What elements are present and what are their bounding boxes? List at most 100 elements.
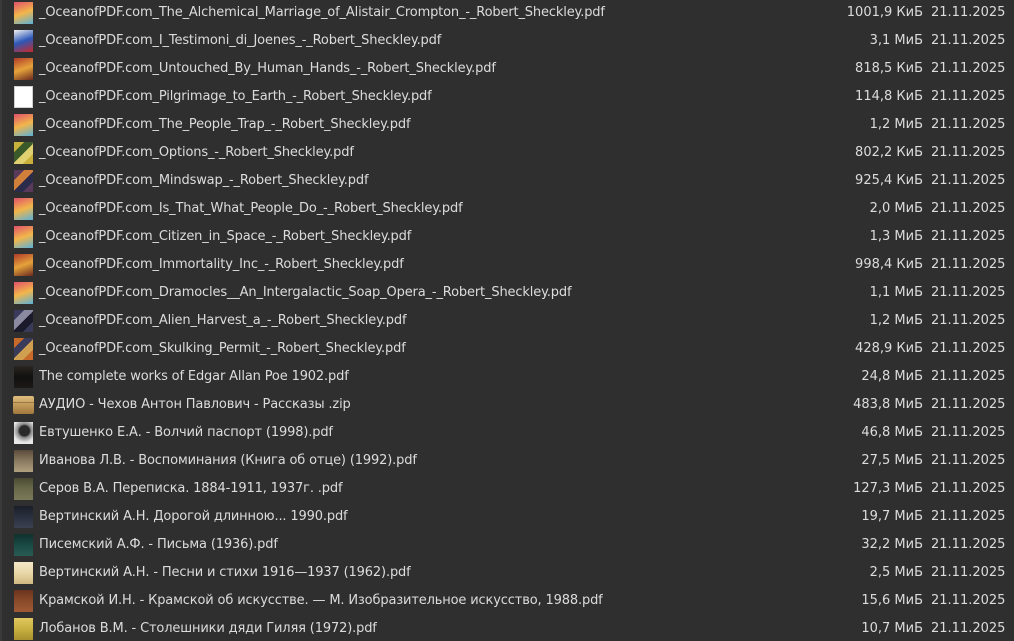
file-size: 1,2 МиБ — [869, 313, 923, 328]
file-row[interactable]: _OceanofPDF.com_I_Testimoni_di_Joenes_-_… — [0, 27, 1014, 55]
file-name: _OceanofPDF.com_Is_That_What_People_Do_-… — [39, 201, 463, 216]
file-row[interactable]: _OceanofPDF.com_Immortality_Inc_-_Robert… — [0, 251, 1014, 279]
file-name: Евтушенко Е.А. - Волчий паспорт (1998).p… — [39, 425, 333, 440]
file-row[interactable]: АУДИО - Чехов Антон Павлович - Рассказы … — [0, 391, 1014, 419]
file-date: 21.11.2025 — [931, 621, 1006, 636]
file-date: 21.11.2025 — [931, 537, 1006, 552]
file-date: 21.11.2025 — [931, 89, 1006, 104]
file-size: 10,7 МиБ — [861, 621, 923, 636]
dark-collage-cover-icon — [14, 170, 33, 192]
rainbow-cover-icon — [14, 226, 33, 248]
file-size: 1,1 МиБ — [869, 285, 923, 300]
file-date: 21.11.2025 — [931, 369, 1006, 384]
black-cover-icon — [14, 366, 33, 388]
file-row[interactable]: _OceanofPDF.com_Alien_Harvest_a_-_Robert… — [0, 307, 1014, 335]
file-size: 1,3 МиБ — [869, 229, 923, 244]
file-size: 818,5 КиБ — [855, 61, 923, 76]
file-row[interactable]: _OceanofPDF.com_Options_-_Robert_Sheckle… — [0, 139, 1014, 167]
file-row[interactable]: Иванова Л.В. - Воспоминания (Книга об от… — [0, 447, 1014, 475]
file-date: 21.11.2025 — [931, 313, 1006, 328]
file-date: 21.11.2025 — [931, 61, 1006, 76]
file-name: _OceanofPDF.com_Alien_Harvest_a_-_Robert… — [39, 313, 407, 328]
file-name: Иванова Л.В. - Воспоминания (Книга об от… — [39, 453, 417, 468]
file-size: 428,9 КиБ — [855, 341, 923, 356]
portrait-cover-icon — [14, 422, 33, 444]
file-name: _OceanofPDF.com_Skulking_Permit_-_Robert… — [39, 341, 406, 356]
archive-lid — [13, 402, 34, 403]
file-row[interactable]: Вертинский А.Н. - Песни и стихи 1916—193… — [0, 559, 1014, 587]
file-size: 46,8 МиБ — [861, 425, 923, 440]
file-name: _OceanofPDF.com_Untouched_By_Human_Hands… — [39, 61, 496, 76]
file-name: _OceanofPDF.com_Pilgrimage_to_Earth_-_Ro… — [39, 89, 432, 104]
file-date: 21.11.2025 — [931, 425, 1006, 440]
file-date: 21.11.2025 — [931, 397, 1006, 412]
file-date: 21.11.2025 — [931, 565, 1006, 580]
red-cover-icon — [14, 58, 33, 80]
file-row[interactable]: _OceanofPDF.com_The_People_Trap_-_Robert… — [0, 111, 1014, 139]
file-date: 21.11.2025 — [931, 229, 1006, 244]
dark-collage-cover-icon — [14, 310, 33, 332]
yellow-collage-cover-icon — [14, 142, 33, 164]
file-name: Серов В.А. Переписка. 1884-1911, 1937г. … — [39, 481, 343, 496]
file-row[interactable]: Крамской И.Н. - Крамской об искусстве. —… — [0, 587, 1014, 615]
file-date: 21.11.2025 — [931, 33, 1006, 48]
yellow-cover-icon — [14, 618, 33, 640]
file-size: 483,8 МиБ — [853, 397, 923, 412]
file-name: Вертинский А.Н. - Песни и стихи 1916—193… — [39, 565, 411, 580]
file-date: 21.11.2025 — [931, 201, 1006, 216]
file-row[interactable]: _OceanofPDF.com_Mindswap_-_Robert_Sheckl… — [0, 167, 1014, 195]
archive-icon — [13, 396, 34, 414]
file-size: 802,2 КиБ — [855, 145, 923, 160]
white-page-icon — [14, 86, 33, 108]
file-size: 15,6 МиБ — [861, 593, 923, 608]
file-row[interactable]: _OceanofPDF.com_The_Alchemical_Marriage_… — [0, 0, 1014, 27]
file-size: 114,8 КиБ — [855, 89, 923, 104]
file-row[interactable]: _OceanofPDF.com_Citizen_in_Space_-_Rober… — [0, 223, 1014, 251]
file-row[interactable]: _OceanofPDF.com_Untouched_By_Human_Hands… — [0, 55, 1014, 83]
file-row[interactable]: Вертинский А.Н. Дорогой длинною... 1990.… — [0, 503, 1014, 531]
file-size: 32,2 МиБ — [861, 537, 923, 552]
file-name: Крамской И.Н. - Крамской об искусстве. —… — [39, 593, 603, 608]
file-name: _OceanofPDF.com_I_Testimoni_di_Joenes_-_… — [39, 33, 442, 48]
rainbow-cover-icon — [14, 282, 33, 304]
olive-cover-icon — [14, 478, 33, 500]
file-row[interactable]: _OceanofPDF.com_Pilgrimage_to_Earth_-_Ro… — [0, 83, 1014, 111]
file-date: 21.11.2025 — [931, 117, 1006, 132]
brown-cover-icon — [14, 590, 33, 612]
file-row[interactable]: Евтушенко Е.А. - Волчий паспорт (1998).p… — [0, 419, 1014, 447]
teal-cover-icon — [14, 534, 33, 556]
file-row[interactable]: Лобанов В.М. - Столешники дяди Гиляя (19… — [0, 615, 1014, 641]
file-row[interactable]: _OceanofPDF.com_Is_That_What_People_Do_-… — [0, 195, 1014, 223]
file-name: _OceanofPDF.com_The_Alchemical_Marriage_… — [39, 5, 605, 20]
dark-collage-cover-icon — [14, 338, 33, 360]
file-date: 21.11.2025 — [931, 257, 1006, 272]
file-name: _OceanofPDF.com_Options_-_Robert_Sheckle… — [39, 145, 354, 160]
file-size: 2,0 МиБ — [869, 201, 923, 216]
file-row[interactable]: Серов В.А. Переписка. 1884-1911, 1937г. … — [0, 475, 1014, 503]
file-name: Лобанов В.М. - Столешники дяди Гиляя (19… — [39, 621, 377, 636]
file-row[interactable]: The complete works of Edgar Allan Poe 19… — [0, 363, 1014, 391]
file-size: 19,7 МиБ — [861, 509, 923, 524]
beige-cover-icon — [14, 450, 33, 472]
cream-cover-icon — [14, 562, 33, 584]
file-date: 21.11.2025 — [931, 5, 1006, 20]
file-name: _OceanofPDF.com_Dramocles__An_Intergalac… — [39, 285, 572, 300]
file-date: 21.11.2025 — [931, 173, 1006, 188]
file-date: 21.11.2025 — [931, 481, 1006, 496]
file-size: 998,4 КиБ — [855, 257, 923, 272]
blue-white-cover-icon — [14, 30, 33, 52]
file-size: 2,5 МиБ — [869, 565, 923, 580]
dark-blue-cover-icon — [14, 506, 33, 528]
file-name: АУДИО - Чехов Антон Павлович - Рассказы … — [39, 397, 351, 412]
file-name: Вертинский А.Н. Дорогой длинною... 1990.… — [39, 509, 348, 524]
file-row[interactable]: _OceanofPDF.com_Dramocles__An_Intergalac… — [0, 279, 1014, 307]
file-size: 1001,9 КиБ — [846, 5, 923, 20]
file-name: Писемский А.Ф. - Письма (1936).pdf — [39, 537, 278, 552]
red-cover-icon — [14, 254, 33, 276]
file-date: 21.11.2025 — [931, 593, 1006, 608]
file-list[interactable]: _OceanofPDF.com_The_Alchemical_Marriage_… — [0, 0, 1014, 641]
file-date: 21.11.2025 — [931, 341, 1006, 356]
file-row[interactable]: Писемский А.Ф. - Письма (1936).pdf 32,2 М… — [0, 531, 1014, 559]
file-row[interactable]: _OceanofPDF.com_Skulking_Permit_-_Robert… — [0, 335, 1014, 363]
file-size: 27,5 МиБ — [861, 453, 923, 468]
